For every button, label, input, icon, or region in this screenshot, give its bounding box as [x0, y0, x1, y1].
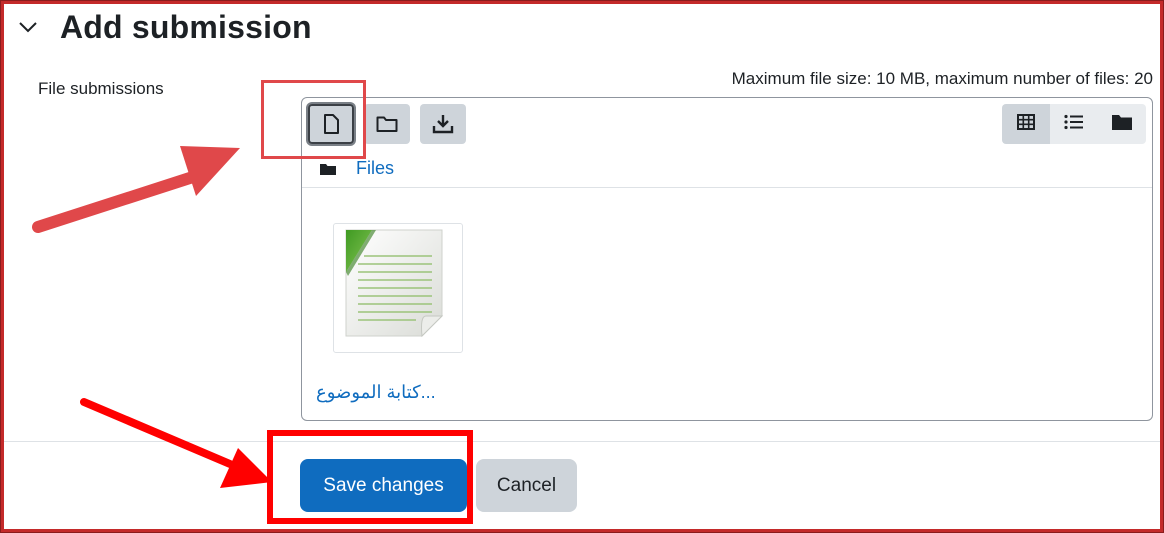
breadcrumb-files-link[interactable]: Files [356, 158, 394, 179]
list-icon [1064, 114, 1084, 135]
folder-solid-icon [1111, 113, 1133, 136]
create-folder-button[interactable] [364, 104, 410, 144]
section-title: Add submission [60, 8, 312, 45]
add-file-button[interactable] [308, 104, 354, 144]
file-icon [323, 114, 339, 134]
view-mode-group [1002, 104, 1146, 144]
file-thumbnail[interactable] [333, 223, 463, 353]
chevron-down-icon[interactable] [18, 16, 40, 38]
save-changes-button[interactable]: Save changes [300, 459, 467, 512]
section-header[interactable]: Add submission [18, 4, 312, 50]
list-view-button[interactable] [1050, 104, 1098, 144]
icons-view-button[interactable] [1002, 104, 1050, 144]
cancel-button[interactable]: Cancel [476, 459, 577, 512]
tree-view-button[interactable] [1098, 104, 1146, 144]
breadcrumb: Files [320, 158, 394, 179]
file-manager: Files ...كتابة الموضوع [301, 97, 1153, 421]
folder-solid-icon [320, 162, 338, 176]
max-file-info: Maximum file size: 10 MB, maximum number… [731, 69, 1153, 88]
document-thumbnail-icon [334, 229, 464, 358]
download-icon [432, 114, 454, 134]
download-all-button[interactable] [420, 104, 466, 144]
divider [4, 441, 1160, 442]
field-label: File submissions [38, 79, 164, 98]
folder-icon [376, 115, 398, 133]
file-name-link[interactable]: ...كتابة الموضوع [316, 382, 436, 403]
file-manager-toolbar: Files [302, 98, 1152, 188]
grid-icon [1017, 113, 1035, 135]
